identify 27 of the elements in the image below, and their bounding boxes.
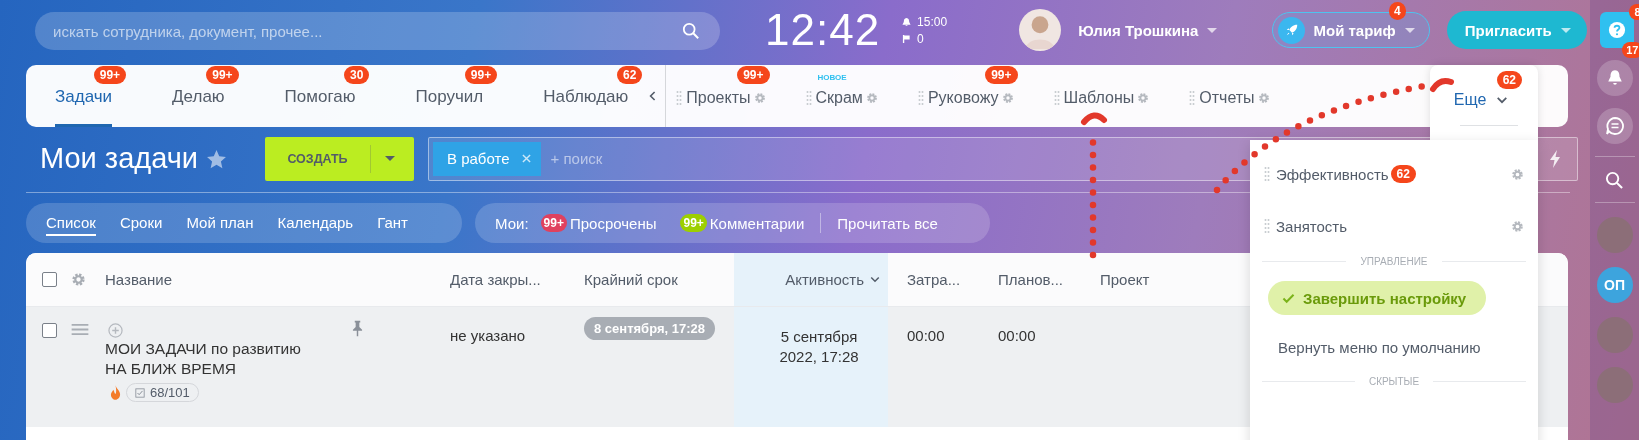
new-label: НОВОЕ (817, 73, 847, 82)
clock-time: 12:42 (765, 5, 881, 55)
counter-badge: 99+ (737, 66, 770, 84)
counters-label: Мои: (495, 214, 529, 232)
table-cell-text: 00:00 (997, 326, 1037, 346)
table-cell-text: 5 сентября 2022, 17:28 (778, 327, 860, 367)
counter-badge: 30 (344, 66, 370, 84)
menu-item-label: Эффективность (1276, 165, 1389, 183)
counter-badge: 99+ (985, 66, 1018, 84)
alarm-time: 15:00 (917, 14, 948, 29)
notification-badge: 17 (1622, 42, 1639, 58)
counter-badge: 99+ (93, 66, 127, 84)
table-cell-text: 00:00 (906, 326, 946, 346)
counter-badge: 99+ (464, 66, 498, 84)
counter-badge: 62 (1496, 71, 1522, 89)
count-badge: 99+ (540, 214, 567, 232)
flag-count: 0 (917, 31, 924, 46)
page-title: Мои задачи (40, 142, 198, 175)
count-badge: 99+ (680, 214, 707, 232)
counter-badge: 99+ (206, 66, 239, 84)
counter-badge: 62 (616, 66, 643, 84)
section-heading: УПРАВЛЕНИЕ (1360, 256, 1428, 267)
table-cell-text: не указано (450, 326, 527, 346)
menu-item-label: Занятость (1276, 217, 1348, 235)
section-heading: СКРЫТЫЕ (1368, 376, 1420, 387)
counter-badge: 62 (1390, 165, 1416, 183)
notification-badge: 4 (1389, 2, 1406, 20)
